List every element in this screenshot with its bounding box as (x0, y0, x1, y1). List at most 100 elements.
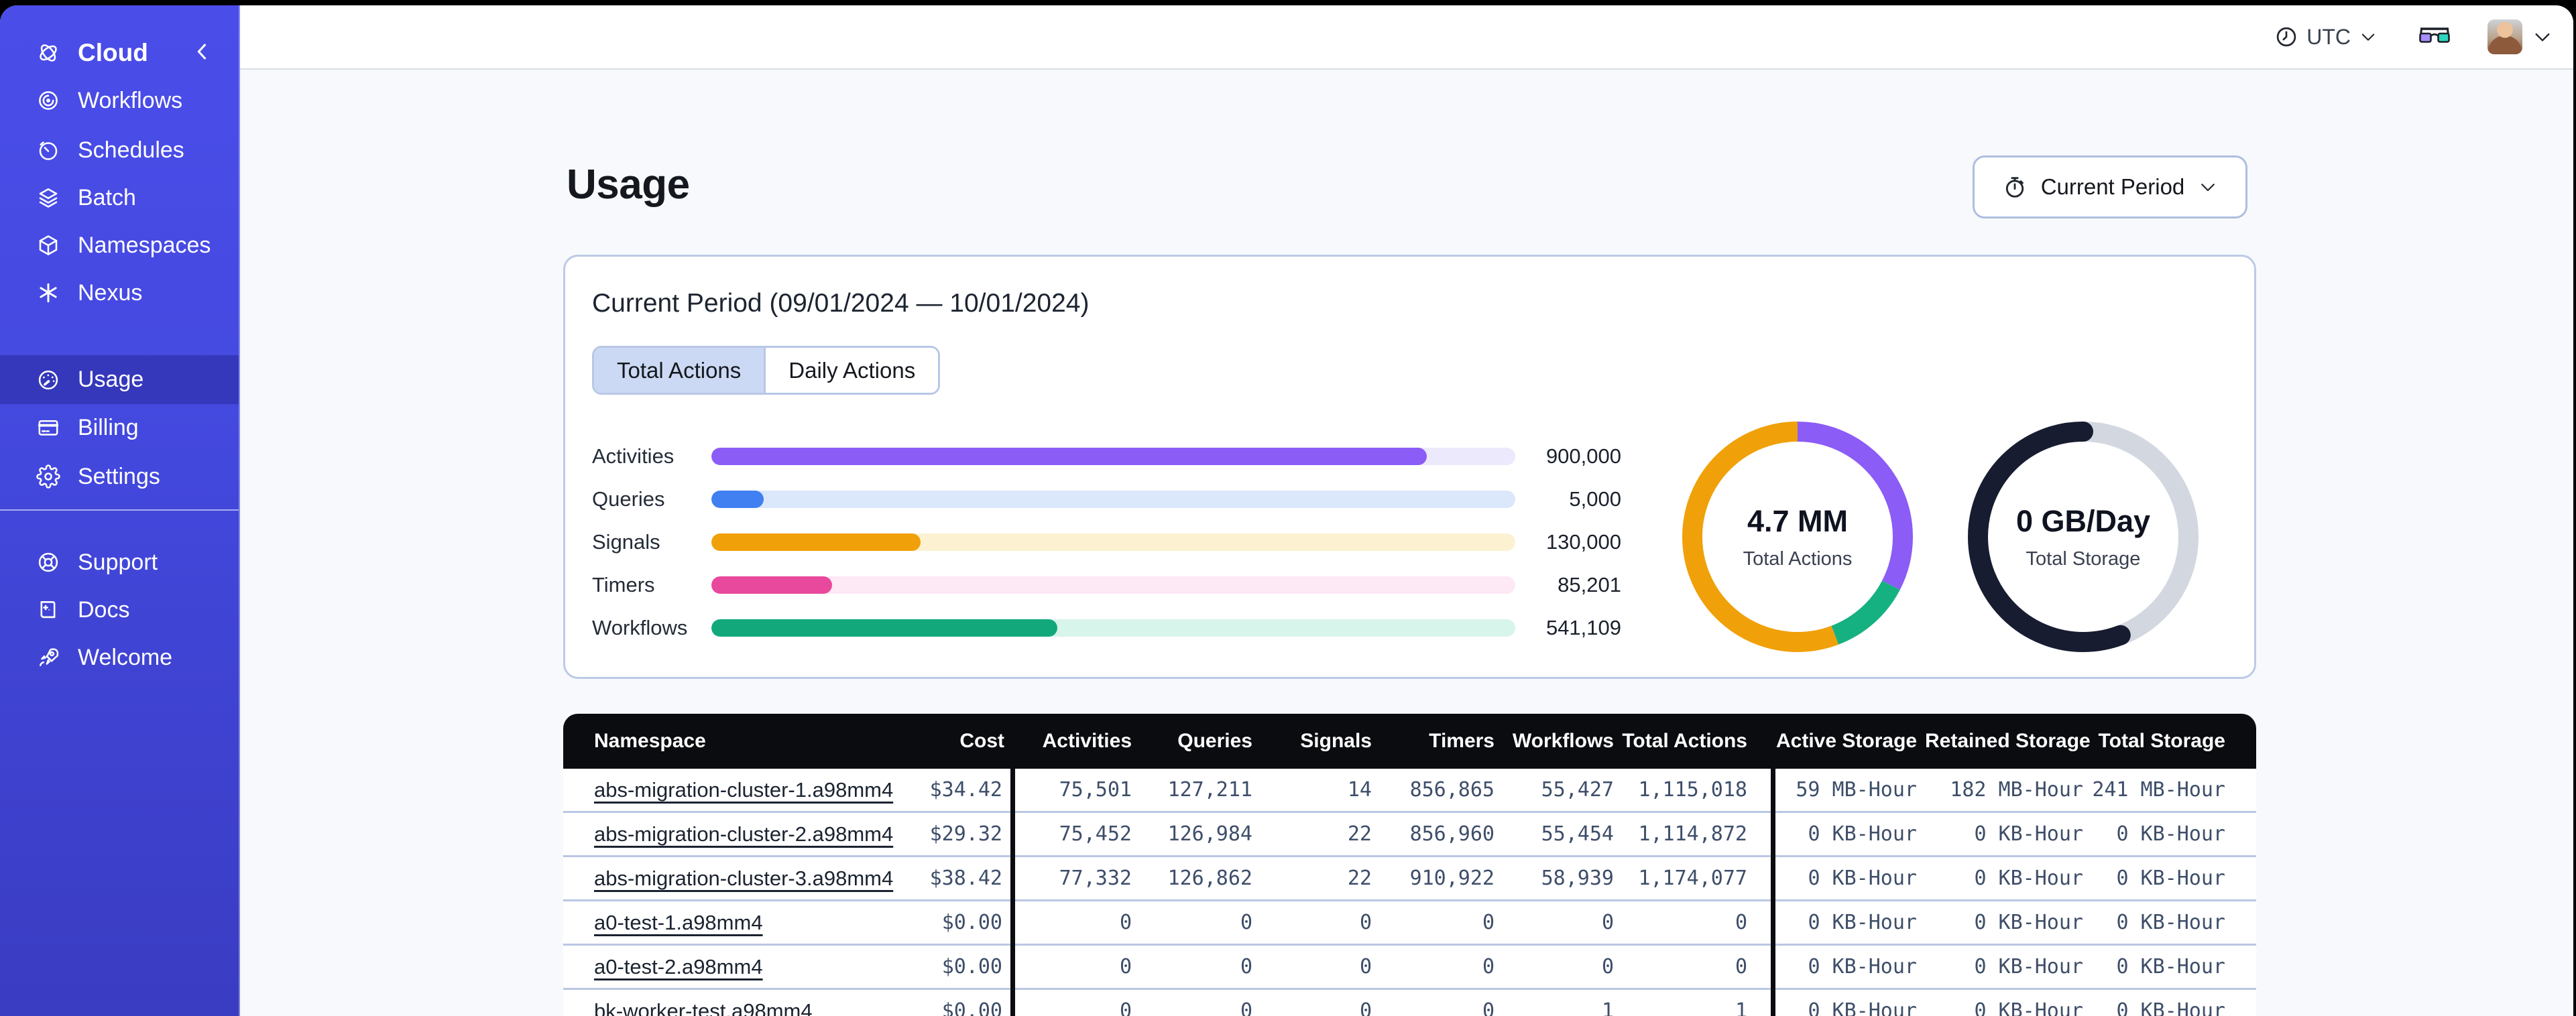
table-row: a0-test-1.a98mm4 $0.00 0 0 0 0 0 0 0 KB-… (563, 901, 2256, 946)
activities-cell: 0 (1119, 955, 1132, 978)
bar-row-activities: Activities 900,000 (592, 444, 1621, 468)
app-window: Cloud Workflows Schedules Batch Namespac… (0, 5, 2573, 1016)
namespace-link[interactable]: a0-test-1.a98mm4 (594, 911, 763, 934)
sidebar-item-billing[interactable]: Billing (0, 403, 239, 452)
bar-label: Workflows (592, 616, 688, 639)
table-row: a0-test-2.a98mm4 $0.00 0 0 0 0 0 0 0 KB-… (563, 946, 2256, 990)
active-storage-cell: 0 KB-Hour (1808, 867, 1917, 890)
sidebar-item-batch[interactable]: Batch (0, 174, 239, 222)
tab-total-actions[interactable]: Total Actions (594, 348, 766, 393)
user-avatar[interactable] (2487, 19, 2522, 54)
bar-track (711, 448, 1515, 465)
rocket-icon (36, 645, 60, 670)
bar-track (711, 533, 1515, 551)
gauge-icon (36, 368, 60, 392)
retained-storage-cell: 0 KB-Hour (1974, 999, 2083, 1016)
donut-value: 0 GB/Day (2015, 503, 2151, 538)
usage-card-title: Current Period (09/01/2024 — 10/01/2024) (592, 289, 1090, 318)
sidebar-item-support[interactable]: Support (0, 538, 239, 586)
timezone-selector[interactable]: UTC (2274, 25, 2378, 50)
bar-label: Activities (592, 444, 675, 468)
bar-row-workflows: Workflows 541,109 (592, 616, 1621, 639)
bar-fill (711, 576, 832, 594)
active-storage-cell: 0 KB-Hour (1808, 999, 1917, 1016)
sidebar-item-label: Batch (78, 184, 136, 210)
table-row: abs-migration-cluster-3.a98mm4 $38.42 77… (563, 857, 2256, 901)
timers-cell: 0 (1482, 911, 1495, 934)
retained-storage-cell: 0 KB-Hour (1974, 911, 2083, 934)
cost-cell: $0.00 (941, 911, 1002, 934)
col-header-timers: Timers (1429, 730, 1495, 752)
bar-value: 130,000 (1545, 530, 1621, 554)
activities-cell: 0 (1119, 999, 1132, 1016)
workflows-cell: 0 (1601, 911, 1614, 934)
col-header-retained-storage: Retained Storage (1925, 730, 2091, 752)
nexus-icon (36, 281, 60, 305)
sidebar-item-settings[interactable]: Settings (0, 452, 239, 501)
bar-fill (711, 533, 921, 551)
active-storage-cell: 0 KB-Hour (1808, 822, 1917, 846)
total-storage-cell: 0 KB-Hour (2116, 999, 2225, 1016)
sidebar-item-namespaces[interactable]: Namespaces (0, 221, 239, 269)
sidebar-collapse-icon[interactable] (191, 40, 214, 63)
bar-row-timers: Timers 85,201 (592, 573, 1621, 596)
cost-cell: $29.32 (929, 822, 1002, 846)
namespace-link[interactable]: bk-worker-test.a98mm4 (594, 999, 813, 1016)
retained-storage-cell: 182 MB-Hour (1950, 778, 2083, 802)
sidebar-item-label: Nexus (78, 279, 143, 306)
queries-cell: 0 (1240, 911, 1252, 934)
bar-row-signals: Signals 130,000 (592, 530, 1621, 554)
stopwatch-icon (2005, 177, 2024, 198)
bar-fill (711, 619, 1057, 637)
total-actions-cell: 0 (1735, 911, 1747, 934)
sidebar-item-docs[interactable]: Docs (0, 586, 239, 634)
queries-cell: 126,862 (1167, 867, 1252, 890)
table-body: abs-migration-cluster-1.a98mm4 $34.42 75… (563, 769, 2256, 1016)
total-actions-cell: 0 (1735, 955, 1747, 978)
sidebar-item-label: Schedules (78, 137, 184, 163)
col-header-activities: Activities (1042, 730, 1132, 752)
total-storage-cell: 0 KB-Hour (2116, 867, 2225, 890)
queries-cell: 0 (1240, 999, 1252, 1016)
chevron-down-icon[interactable] (2532, 26, 2553, 48)
labs-glasses-icon[interactable] (2419, 27, 2450, 48)
sidebar-item-usage[interactable]: Usage (0, 355, 239, 404)
tab-daily-actions[interactable]: Daily Actions (766, 348, 939, 393)
table-row: abs-migration-cluster-1.a98mm4 $34.42 75… (563, 769, 2256, 813)
workflows-cell: 58,939 (1541, 867, 1614, 890)
col-header-active-storage: Active Storage (1776, 730, 1918, 752)
workflows-cell: 55,427 (1541, 778, 1614, 802)
activities-cell: 77,332 (1059, 867, 1132, 890)
sidebar-item-label: Docs (78, 596, 130, 623)
sidebar-item-nexus[interactable]: Nexus (0, 269, 239, 317)
queries-cell: 126,984 (1167, 822, 1252, 846)
active-storage-cell: 59 MB-Hour (1796, 778, 1917, 802)
sidebar-item-label: Welcome (78, 644, 173, 670)
table-row: bk-worker-test.a98mm4 $0.00 0 0 0 0 1 1 … (563, 990, 2256, 1016)
col-header-namespace: Namespace (594, 730, 706, 752)
table-row: abs-migration-cluster-2.a98mm4 $29.32 75… (563, 813, 2256, 857)
namespace-link[interactable]: a0-test-2.a98mm4 (594, 955, 763, 978)
period-selector-button[interactable]: Current Period (1973, 155, 2247, 218)
namespace-table: Namespace Cost Activities Queries Signal… (563, 714, 2256, 1016)
batch-icon (36, 186, 60, 210)
signals-cell: 0 (1359, 911, 1372, 934)
sidebar-item-welcome[interactable]: Welcome (0, 633, 239, 682)
schedules-icon (36, 138, 60, 162)
timers-cell: 910,922 (1409, 867, 1495, 890)
sidebar-item-schedules[interactable]: Schedules (0, 126, 239, 174)
sidebar-item-workflows[interactable]: Workflows (0, 76, 239, 125)
total-actions-cell: 1,174,077 (1638, 867, 1747, 890)
workflows-icon (36, 88, 60, 113)
table-header: Namespace Cost Activities Queries Signal… (563, 714, 2256, 769)
sidebar-item-label: Namespaces (78, 232, 211, 258)
total-storage-cell: 0 KB-Hour (2116, 955, 2225, 978)
sidebar-item-label: Billing (78, 414, 139, 440)
period-selector-label: Current Period (2040, 174, 2185, 199)
bar-label: Signals (592, 530, 660, 554)
signals-cell: 0 (1359, 955, 1372, 978)
timezone-label: UTC (2306, 24, 2351, 49)
bar-fill (711, 448, 1427, 465)
temporal-logo-icon (36, 41, 60, 65)
workflows-cell: 0 (1601, 955, 1614, 978)
